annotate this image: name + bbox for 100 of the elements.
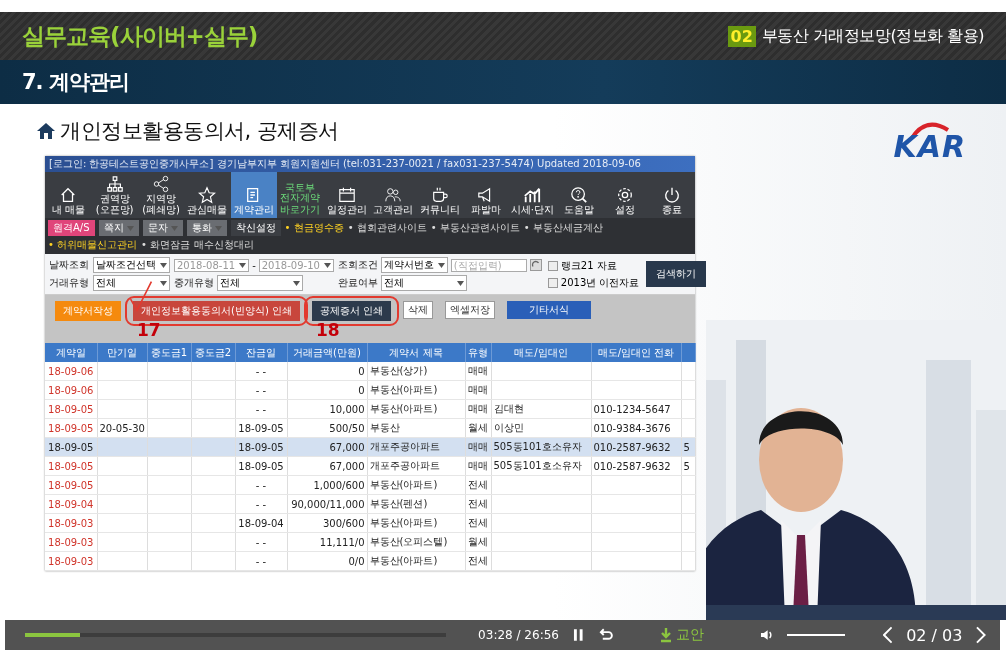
- table-row[interactable]: 18-09-06 - - 0 부동산(아파트) 매매: [45, 380, 695, 400]
- table-cell: 매매: [468, 441, 488, 452]
- table-cell: 매매: [468, 403, 488, 414]
- table-cell: 부동산(아파트): [369, 403, 438, 414]
- pause-icon[interactable]: [572, 628, 585, 642]
- quick-button[interactable]: 착신설정: [230, 220, 281, 236]
- table-cell: 010-1234-5647: [593, 403, 671, 415]
- toolbar-button[interactable]: 커뮤니티: [416, 172, 463, 218]
- dropdown[interactable]: 전체: [217, 275, 303, 291]
- dropdown[interactable]: 날짜조건선택: [93, 257, 170, 273]
- table-cell: 18-09-06: [48, 365, 94, 377]
- column-header[interactable]: 잔금일: [235, 343, 287, 362]
- column-header[interactable]: 중도금1: [147, 343, 191, 362]
- quick-button[interactable]: 원격A/S: [48, 220, 95, 236]
- dropdown[interactable]: 전체: [380, 275, 467, 291]
- column-header[interactable]: 만기일: [97, 343, 147, 362]
- bar-chart-icon: [523, 185, 542, 204]
- checkbox[interactable]: [547, 277, 558, 288]
- column-header[interactable]: 계약서 제목: [367, 343, 465, 362]
- caret-icon: [456, 280, 464, 286]
- previous-icon[interactable]: [882, 626, 893, 644]
- toolbar-button[interactable]: 도움말: [555, 172, 603, 218]
- next-icon[interactable]: [976, 626, 986, 644]
- toolbar-button[interactable]: 내 매물: [45, 172, 92, 218]
- table-cell: 505동101호소유자: [493, 460, 582, 471]
- toolbar-link[interactable]: 국토부 전자계약 바로가기: [277, 172, 324, 218]
- table-cell: - -: [255, 536, 267, 548]
- toolbar-button[interactable]: 고객관리: [369, 172, 417, 218]
- toolbar-button[interactable]: 종료: [648, 172, 695, 218]
- toolbar-button[interactable]: 파발마: [462, 172, 510, 218]
- toolbar-button[interactable]: 시세·단지: [509, 172, 556, 218]
- calendar-icon: [337, 185, 356, 204]
- dropdown[interactable]: 전체: [93, 275, 170, 291]
- menu-link[interactable]: • 부동산세금계산: [523, 221, 603, 235]
- table-row[interactable]: 18-09-04 - - 90,000/11,000 부동산(펜션) 전세: [45, 494, 695, 514]
- action-button[interactable]: 삭제: [403, 301, 434, 319]
- menu-link[interactable]: • 허위매물신고관리: [48, 238, 138, 252]
- checkbox[interactable]: [547, 260, 558, 271]
- menu-link[interactable]: • 현금영수증: [284, 221, 344, 235]
- network-icon: [105, 175, 124, 193]
- column-header[interactable]: 매도/임대인 전화: [591, 343, 681, 362]
- toolbar-button[interactable]: 계약관리: [230, 172, 278, 218]
- column-header[interactable]: 거래금액(만원): [287, 343, 367, 362]
- table-cell: 1,000/600: [313, 479, 365, 491]
- field-label: 거래유형: [49, 276, 89, 290]
- handout-download-button[interactable]: 교안: [653, 625, 710, 645]
- toolbar-button[interactable]: 권역망(오픈망): [91, 172, 138, 218]
- chapter-number: 02: [727, 25, 756, 47]
- table-row[interactable]: 18-09-05 20-05-30 18-09-05 500/50 부동산 월세 이상민 010-9384-3676: [45, 418, 695, 438]
- table-cell: 505동101호소유자: [493, 441, 582, 452]
- column-header[interactable]: 매도/임대인: [491, 343, 591, 362]
- table-cell: 0: [358, 365, 365, 377]
- action-button[interactable]: 공제증서 인쇄: [312, 301, 392, 321]
- toolbar-button[interactable]: 관심매물: [184, 172, 231, 218]
- keyword-field[interactable]: (직접입력): [450, 258, 527, 272]
- table-row[interactable]: 18-09-05 18-09-05 67,000 개포주공아파트 매매 505동101호소유자 010-2587-9632 5: [45, 437, 695, 457]
- table-cell: 10,000: [329, 403, 365, 415]
- dropdown[interactable]: 계약서번호: [380, 257, 448, 273]
- page-counter: 02 / 03: [906, 625, 963, 645]
- table-row[interactable]: 18-09-05 18-09-05 67,000 개포주공아파트 매매 505동101호소유자 010-2587-9632 5: [45, 456, 695, 476]
- menu-link[interactable]: • 부동산관련사이트: [430, 221, 520, 235]
- table-row[interactable]: 18-09-06 - - 0 부동산(상가) 매매: [45, 362, 695, 381]
- table-cell: 이상민: [493, 422, 524, 433]
- toolbar-button[interactable]: 일정관리: [323, 172, 370, 218]
- table-row[interactable]: 18-09-05 - - 10,000 부동산(아파트) 매매 김대현 010-1234-5647: [45, 399, 695, 419]
- table-cell: 부동산(아파트): [369, 517, 438, 528]
- toolbar-button[interactable]: 지역망(폐쇄망): [137, 172, 185, 218]
- table-row[interactable]: 18-09-03 18-09-04 300/600 부동산(아파트) 전세: [45, 513, 695, 533]
- table-cell: 010-2587-9632: [593, 441, 671, 453]
- toolbar-button[interactable]: 설정: [602, 172, 649, 218]
- quick-button[interactable]: 통화: [186, 220, 227, 236]
- table-cell: 67,000: [329, 441, 365, 453]
- table-cell: 부동산(펜션): [369, 498, 428, 509]
- column-header[interactable]: 계약일: [45, 343, 97, 362]
- home-icon: [36, 122, 56, 140]
- help-icon: [569, 185, 588, 204]
- date-separator: -: [252, 259, 256, 271]
- menu-link[interactable]: • 협회관련사이트: [347, 221, 427, 235]
- table-cell: - -: [255, 403, 267, 415]
- refresh-icon[interactable]: [529, 259, 542, 271]
- table-cell: 67,000: [329, 460, 365, 472]
- table-cell: 월세: [468, 536, 488, 547]
- replay-icon[interactable]: [598, 628, 614, 642]
- quick-button[interactable]: 문자: [142, 220, 183, 236]
- table-row[interactable]: 18-09-05 - - 1,000/600 부동산(아파트) 전세: [45, 475, 695, 495]
- quick-button[interactable]: 쪽지: [98, 220, 139, 236]
- table-cell: 개포주공아파트: [369, 441, 440, 452]
- table-row[interactable]: 18-09-03 - - 0/0 부동산(아파트) 전세: [45, 551, 695, 571]
- action-button[interactable]: 개인정보활용동의서(빈양식) 인쇄: [133, 301, 300, 321]
- table-row[interactable]: 18-09-03 - - 11,111/0 부동산(오피스텔) 월세: [45, 532, 695, 552]
- column-header[interactable]: 유형: [465, 343, 491, 362]
- column-header[interactable]: 중도금2: [191, 343, 235, 362]
- action-button[interactable]: 기타서식: [507, 301, 592, 319]
- people-icon: [384, 185, 403, 204]
- search-button[interactable]: 검색하기: [645, 261, 706, 287]
- volume-icon[interactable]: [759, 628, 774, 642]
- action-button[interactable]: 엑셀저장: [445, 301, 496, 319]
- menu-link[interactable]: • 화면잠금: [141, 238, 191, 252]
- star-icon: [198, 185, 217, 204]
- menu-link[interactable]: 매수신청대리: [194, 238, 255, 252]
